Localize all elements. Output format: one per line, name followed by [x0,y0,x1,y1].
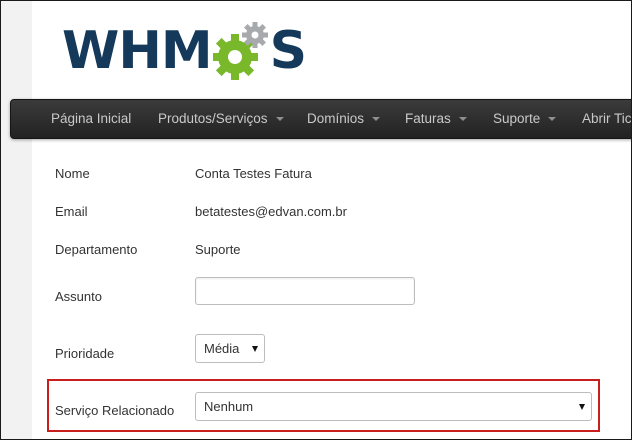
name-label: Nome [55,166,90,181]
gear-icon [212,21,269,81]
nav-products-services[interactable]: Produtos/Serviços [158,100,284,138]
chevron-down-icon [372,117,381,122]
department-label: Departamento [55,242,138,257]
logo-prefix: WHM [62,21,213,81]
nav-home-label: Página Inicial [51,111,132,126]
chevron-down-icon [458,117,467,122]
related-service-selected-value: Nenhum [204,399,254,414]
nav-support-label: Suporte [493,111,541,126]
logo-wordmark: WHM S [62,19,307,83]
logo-suffix: S [269,21,307,81]
page-container: WHM S Página Inicial Produtos/Serviços D… [10,1,632,439]
chevron-down-icon [548,117,557,122]
name-value: Conta Testes Fatura [195,166,312,181]
subject-label: Assunto [55,289,102,304]
email-label: Email [55,204,88,219]
priority-label: Prioridade [55,346,115,361]
related-service-label: Serviço Relacionado [55,403,175,418]
department-value: Suporte [195,242,241,257]
nav-domains-label: Domínios [307,111,365,126]
nav-invoices[interactable]: Faturas [405,100,467,138]
priority-select[interactable]: Média [195,334,265,363]
subject-input[interactable] [195,277,415,305]
dropdown-arrow-icon [579,404,585,410]
nav-home[interactable]: Página Inicial [51,100,131,138]
whmcs-logo[interactable]: WHM S [62,13,322,83]
priority-selected-value: Média [204,341,240,356]
main-navbar: Página Inicial Produtos/Serviços Domínio… [10,99,632,139]
dropdown-arrow-icon [252,346,258,352]
chevron-down-icon [275,117,284,122]
nav-products-label: Produtos/Serviços [158,111,268,126]
nav-open-ticket-label: Abrir Tic [582,111,632,126]
email-value: betatestes@edvan.com.br [195,204,347,219]
nav-invoices-label: Faturas [405,111,451,126]
nav-support[interactable]: Suporte [493,100,557,138]
nav-open-ticket[interactable]: Abrir Tic [582,100,632,138]
nav-domains[interactable]: Domínios [307,100,381,138]
related-service-select[interactable]: Nenhum [195,392,592,421]
